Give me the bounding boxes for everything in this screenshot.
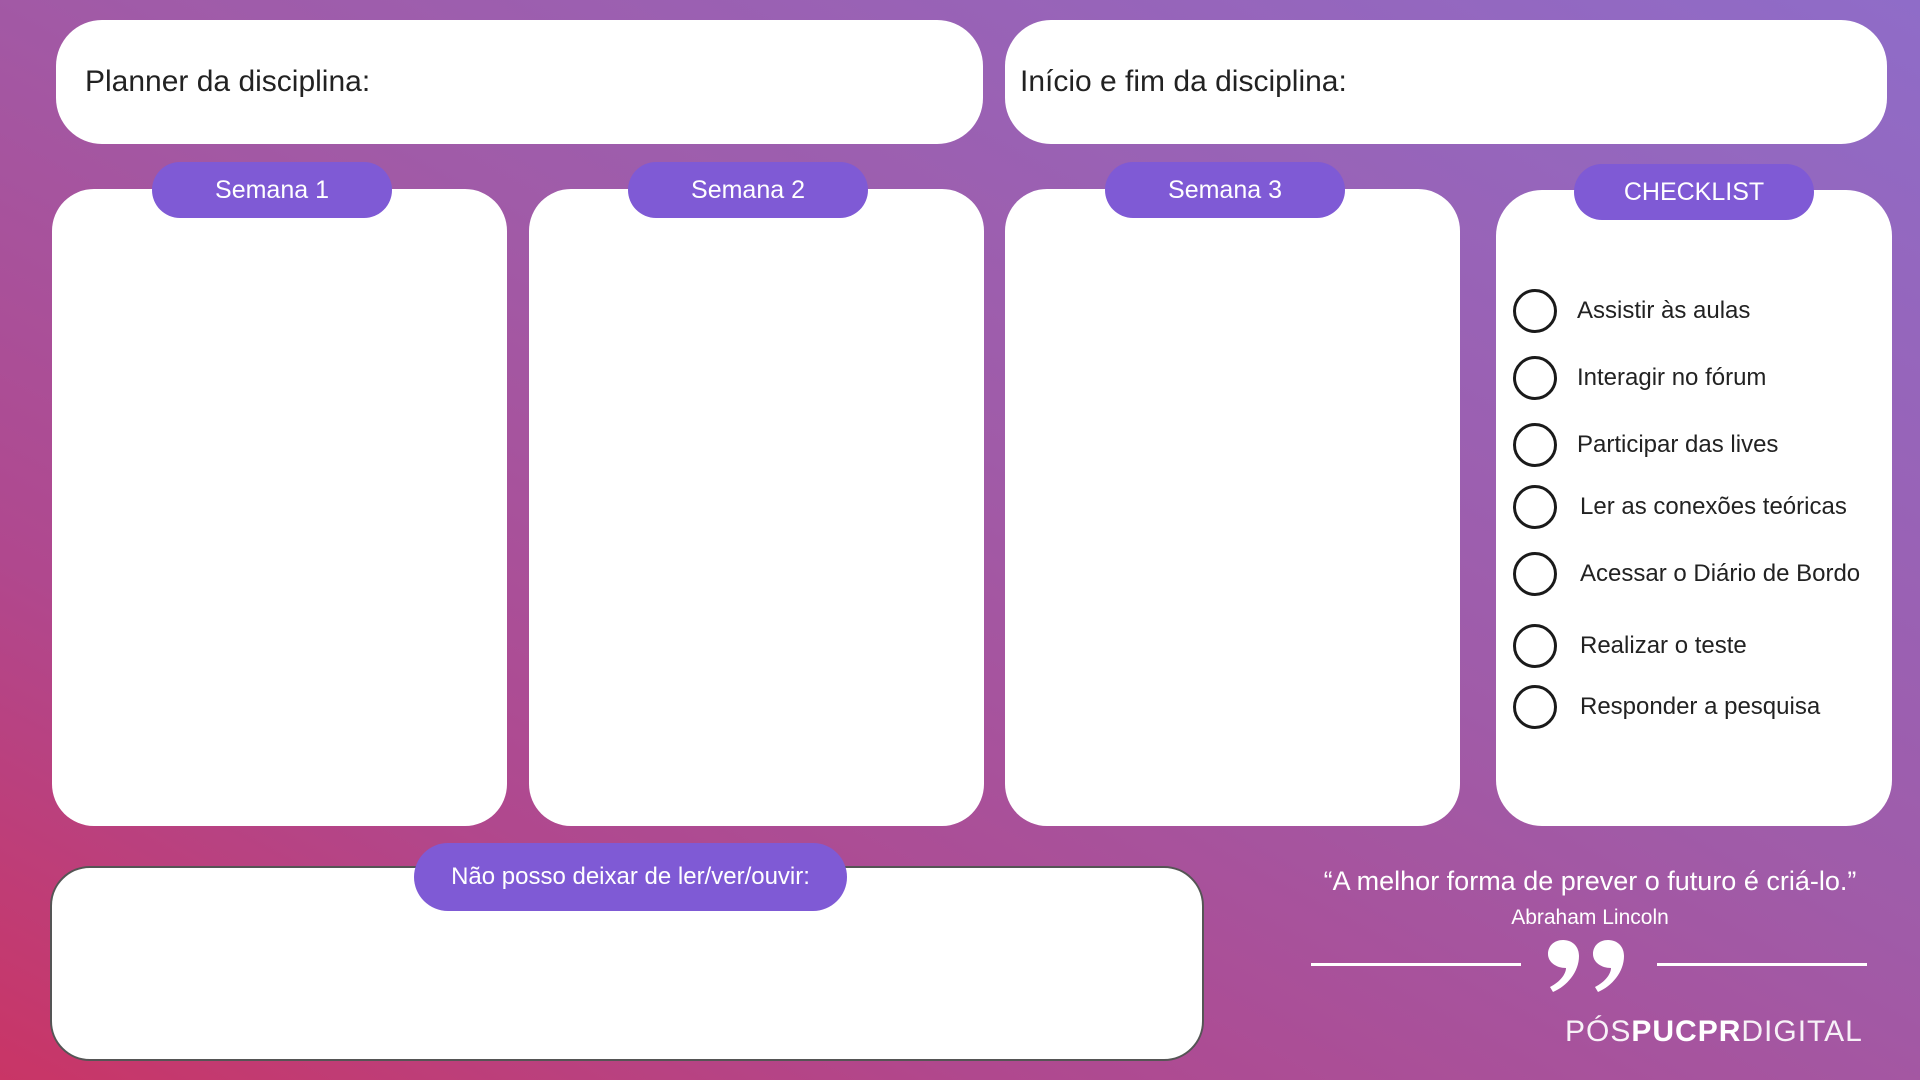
checklist-item-label: Responder a pesquisa [1580, 693, 1821, 720]
checklist-item-label: Interagir no fórum [1577, 364, 1767, 391]
checkbox-circle-icon[interactable] [1513, 423, 1557, 467]
brand-part-digital: DIGITAL [1741, 1015, 1863, 1048]
checkbox-circle-icon[interactable] [1513, 552, 1557, 596]
brand-part-pucpr: PUCPR [1631, 1015, 1742, 1048]
checklist-item-realizar-teste[interactable]: Realizar o teste [1513, 621, 1747, 671]
quote-author: Abraham Lincoln [1511, 906, 1669, 929]
checklist-item-label: Realizar o teste [1580, 632, 1747, 659]
checklist-title: CHECKLIST [1574, 164, 1814, 220]
checklist-item-label: Acessar o Diário de Bordo [1580, 560, 1861, 587]
checklist-item-label: Assistir às aulas [1577, 297, 1751, 324]
checklist-item-interagir-forum[interactable]: Interagir no fórum [1513, 353, 1766, 403]
week-2-notes-area[interactable] [529, 189, 984, 826]
must-read-title: Não posso deixar de ler/ver/ouvir: [414, 843, 847, 911]
checkbox-circle-icon[interactable] [1513, 356, 1557, 400]
course-dates-label: Início e fim da disciplina: [1020, 65, 1347, 98]
divider-line [1311, 963, 1521, 966]
divider-line [1657, 963, 1867, 966]
brand-logo: PÓSPUCPRDIGITAL [1565, 1015, 1863, 1049]
checklist-item-responder-pesquisa[interactable]: Responder a pesquisa [1513, 682, 1820, 732]
checkbox-circle-icon[interactable] [1513, 485, 1557, 529]
brand-part-pos: PÓS [1565, 1015, 1632, 1048]
checkbox-circle-icon[interactable] [1513, 685, 1557, 729]
course-dates-field[interactable]: Início e fim da disciplina: [1005, 20, 1887, 144]
week-1-notes-area[interactable] [52, 189, 507, 826]
checklist-item-conexoes-teoricas[interactable]: Ler as conexões teóricas [1513, 482, 1847, 532]
checklist-item-assistir-aulas[interactable]: Assistir às aulas [1513, 286, 1750, 336]
week-1-tab: Semana 1 [152, 162, 392, 218]
checklist-item-label: Ler as conexões teóricas [1580, 493, 1847, 520]
week-2-tab: Semana 2 [628, 162, 868, 218]
checklist-item-participar-lives[interactable]: Participar das lives [1513, 420, 1778, 470]
checklist-item-label: Participar das lives [1577, 431, 1779, 458]
quote-text: “A melhor forma de prever o futuro é cri… [1323, 866, 1857, 896]
checkbox-circle-icon[interactable] [1513, 624, 1557, 668]
week-3-notes-area[interactable] [1005, 189, 1460, 826]
week-3-tab: Semana 3 [1105, 162, 1345, 218]
planner-label: Planner da disciplina: [85, 65, 371, 98]
quote-marks-icon [1548, 940, 1624, 992]
planner-field[interactable]: Planner da disciplina: [56, 20, 983, 144]
checkbox-circle-icon[interactable] [1513, 289, 1557, 333]
checklist-item-diario-bordo[interactable]: Acessar o Diário de Bordo [1513, 549, 1860, 599]
